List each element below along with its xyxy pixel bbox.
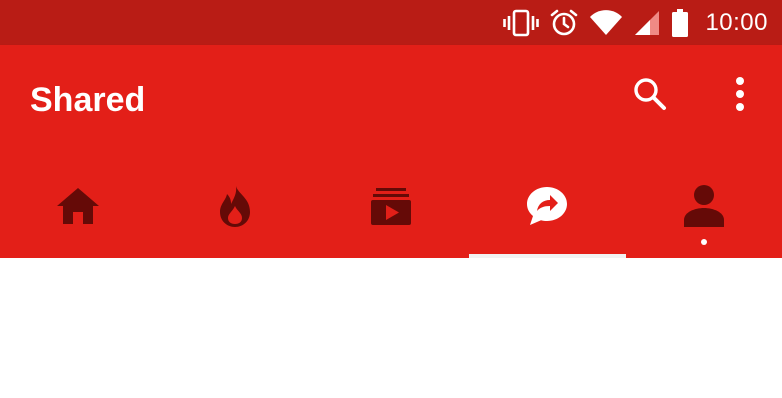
notification-dot bbox=[700, 239, 707, 245]
page-title: Shared bbox=[30, 81, 146, 119]
cell-signal-icon bbox=[633, 9, 661, 37]
search-icon bbox=[632, 76, 668, 117]
content-area bbox=[0, 258, 782, 398]
trending-fire-icon bbox=[216, 184, 254, 228]
battery-icon bbox=[671, 8, 689, 38]
home-icon bbox=[55, 186, 101, 226]
shared-icon bbox=[526, 186, 568, 226]
more-options-button[interactable] bbox=[720, 76, 760, 116]
status-time: 10:00 bbox=[705, 8, 768, 36]
status-bar: 10:00 bbox=[0, 0, 782, 45]
tab-shared[interactable] bbox=[469, 162, 626, 258]
tab-subscriptions[interactable] bbox=[313, 162, 469, 258]
tab-bar bbox=[0, 162, 782, 258]
more-vert-icon bbox=[734, 76, 746, 117]
app-bar: Shared bbox=[0, 45, 782, 258]
status-icons: 10:00 bbox=[493, 0, 768, 45]
wifi-icon bbox=[589, 9, 623, 37]
alarm-icon bbox=[549, 8, 579, 38]
tab-trending[interactable] bbox=[156, 162, 312, 258]
tab-home[interactable] bbox=[0, 162, 156, 258]
subscriptions-icon bbox=[370, 186, 412, 226]
tab-account[interactable] bbox=[626, 162, 782, 258]
vibrate-icon bbox=[503, 9, 540, 37]
search-button[interactable] bbox=[630, 76, 670, 116]
account-icon bbox=[683, 184, 725, 228]
